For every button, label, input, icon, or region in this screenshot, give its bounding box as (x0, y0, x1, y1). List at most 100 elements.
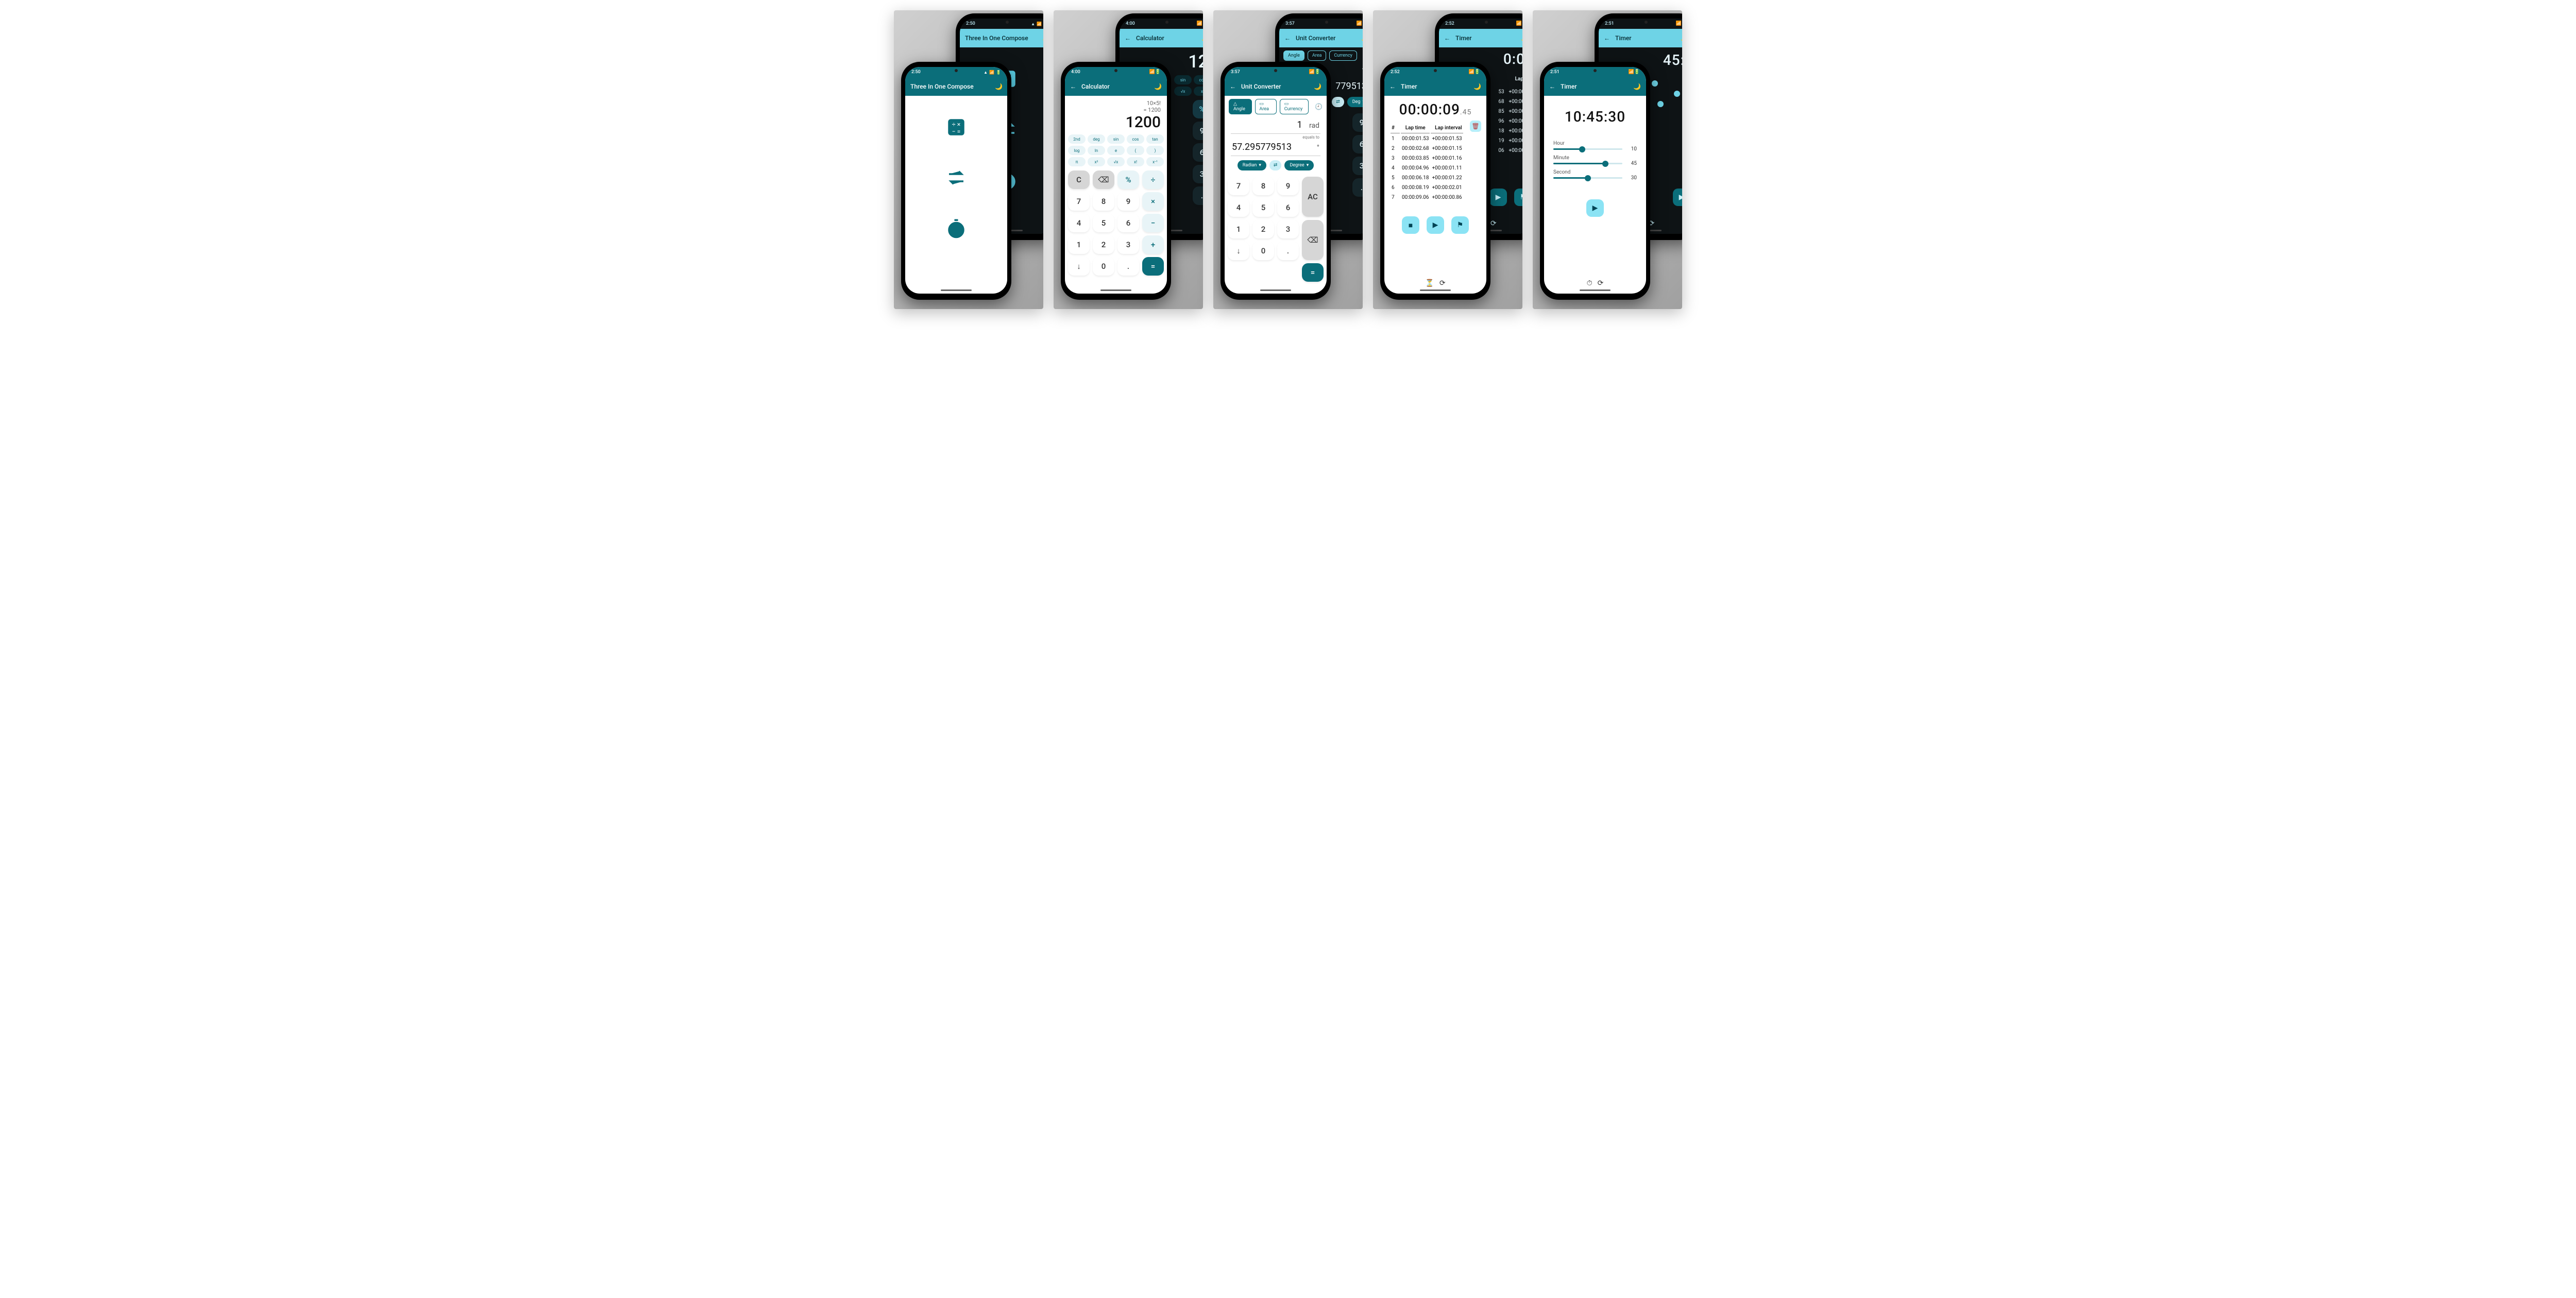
to-unit-pill[interactable]: Deg ▾ (1347, 97, 1363, 107)
key-3[interactable]: 3 (1193, 165, 1203, 183)
sci-key-x![interactable]: x! (1127, 157, 1144, 166)
key-9[interactable]: 9 (1117, 192, 1139, 211)
tab-angle[interactable]: Angle (1283, 50, 1304, 61)
key-6[interactable]: 6 (1193, 143, 1203, 162)
sci-key-ln[interactable]: ln (1088, 146, 1105, 155)
swap-icon[interactable]: ⇄ (1269, 160, 1282, 170)
key-C[interactable]: C (1068, 170, 1090, 189)
sci-key-x²[interactable]: x² (1088, 157, 1105, 166)
sci-key-x⁻¹[interactable]: x⁻¹ (1146, 157, 1164, 166)
stopwatch-icon[interactable]: ⏱ (1587, 279, 1592, 287)
theme-toggle-icon[interactable]: 🌙 (1361, 35, 1363, 42)
sci-key-)[interactable]: ) (1146, 146, 1164, 155)
tab-angle[interactable]: △ Angle (1229, 99, 1252, 114)
theme-toggle-icon[interactable]: 🌙 (1633, 83, 1641, 90)
sci-key-x![interactable]: x! (1194, 87, 1203, 96)
back-icon[interactable]: ← (1389, 83, 1396, 90)
play-icon[interactable]: ▶ (1586, 199, 1604, 217)
key-5[interactable]: 5 (1093, 214, 1114, 232)
stop-icon[interactable]: ■ (1402, 216, 1419, 234)
slider-minute[interactable] (1553, 163, 1622, 164)
key-↓[interactable]: ↓ (1068, 257, 1090, 276)
to-unit-pill[interactable]: Degree ▾ (1284, 160, 1314, 170)
sci-key-deg[interactable]: deg (1088, 134, 1105, 144)
sci-key-√x[interactable]: √x (1174, 87, 1192, 96)
play-icon[interactable]: ▶ (1489, 189, 1507, 206)
key-AC[interactable]: AC (1302, 177, 1324, 217)
theme-toggle-icon[interactable]: 🌙 (1154, 83, 1162, 90)
key-7[interactable]: 7 (1068, 192, 1090, 211)
repeat-icon[interactable]: ⟳ (1490, 219, 1497, 228)
key-%[interactable]: % (1117, 170, 1139, 189)
key-÷[interactable]: ÷ (1142, 170, 1164, 189)
key-9[interactable]: 9 (1277, 177, 1299, 195)
key-9[interactable]: 9 (1352, 113, 1363, 132)
tab-currency[interactable]: Currency (1329, 50, 1357, 61)
input-value[interactable]: 1 (1297, 119, 1302, 130)
key-4[interactable]: 4 (1068, 214, 1090, 232)
sci-key-cos[interactable]: cos (1194, 75, 1203, 84)
sci-key-([interactable]: ( (1127, 146, 1144, 155)
key-⌫[interactable]: ⌫ (1093, 170, 1114, 189)
key-9[interactable]: 9 (1193, 122, 1203, 140)
key-1[interactable]: 1 (1068, 235, 1090, 254)
sci-key-cos[interactable]: cos (1127, 134, 1144, 144)
key-.[interactable]: . (1277, 242, 1299, 260)
play-icon[interactable]: ▶ (1673, 189, 1682, 206)
sci-key-tan[interactable]: tan (1146, 134, 1164, 144)
back-icon[interactable]: ← (1230, 83, 1236, 90)
key-×[interactable]: × (1142, 192, 1164, 211)
tab-area[interactable]: Area (1308, 50, 1327, 61)
theme-toggle-icon[interactable]: 🌙 (1201, 35, 1203, 42)
key-+[interactable]: + (1142, 235, 1164, 254)
theme-toggle-icon[interactable]: 🌙 (995, 83, 1002, 90)
key-2[interactable]: 2 (1093, 235, 1114, 254)
key-6[interactable]: 6 (1352, 135, 1363, 153)
flag-icon[interactable]: ⚑ (1514, 189, 1522, 206)
key-5[interactable]: 5 (1252, 198, 1274, 217)
key-=[interactable]: = (1142, 257, 1164, 276)
key-.[interactable]: . (1117, 257, 1139, 276)
flag-icon[interactable]: ⚑ (1451, 216, 1469, 234)
key-4[interactable]: 4 (1228, 198, 1249, 217)
calc-icon[interactable]: ÷ ×− = (945, 116, 967, 138)
back-icon[interactable]: ← (1444, 35, 1450, 42)
trash-icon[interactable]: 🗑 (1470, 121, 1481, 132)
stopwatch-icon[interactable] (945, 217, 967, 239)
key-0[interactable]: 0 (1252, 242, 1274, 260)
key-6[interactable]: 6 (1277, 198, 1299, 217)
key-0[interactable]: 0 (1093, 257, 1114, 276)
key-−[interactable]: − (1142, 214, 1164, 232)
tab-area[interactable]: ▭ Area (1255, 99, 1277, 114)
sci-key-sin[interactable]: sin (1174, 75, 1192, 84)
slider-second[interactable] (1553, 177, 1622, 179)
back-icon[interactable]: ← (1604, 35, 1610, 42)
key-7[interactable]: 7 (1228, 177, 1249, 195)
back-icon[interactable]: ← (1284, 35, 1291, 42)
play-icon[interactable]: ▶ (1427, 216, 1444, 234)
key-3[interactable]: 3 (1277, 220, 1299, 238)
convert-icon[interactable] (945, 167, 967, 189)
theme-toggle-icon[interactable]: 🌙 (1681, 35, 1682, 42)
key-↓[interactable]: ↓ (1228, 242, 1249, 260)
back-icon[interactable]: ← (1125, 35, 1131, 42)
sci-key-2nd[interactable]: 2nd (1068, 134, 1086, 144)
repeat-icon[interactable]: ⟳ (1598, 279, 1604, 287)
history-icon[interactable]: 🕘 (1315, 103, 1323, 110)
theme-toggle-icon[interactable]: 🌙 (1314, 83, 1321, 90)
sci-key-log[interactable]: log (1068, 146, 1086, 155)
key-6[interactable]: 6 (1117, 214, 1139, 232)
key-percent[interactable]: % (1193, 100, 1203, 118)
sci-key-π[interactable]: π (1068, 157, 1086, 166)
key-1[interactable]: 1 (1228, 220, 1249, 238)
key-=[interactable]: = (1302, 263, 1324, 282)
tab-currency[interactable]: ▭ Currency (1280, 99, 1309, 114)
sci-key-sin[interactable]: sin (1107, 134, 1125, 144)
theme-toggle-icon[interactable]: 🌙 (1042, 35, 1043, 42)
key-2[interactable]: 2 (1252, 220, 1274, 238)
slider-hour[interactable] (1553, 148, 1622, 150)
key-8[interactable]: 8 (1093, 192, 1114, 211)
key-⌫[interactable]: ⌫ (1302, 220, 1324, 260)
theme-toggle-icon[interactable]: 🌙 (1521, 35, 1522, 42)
key-3[interactable]: 3 (1352, 157, 1363, 175)
